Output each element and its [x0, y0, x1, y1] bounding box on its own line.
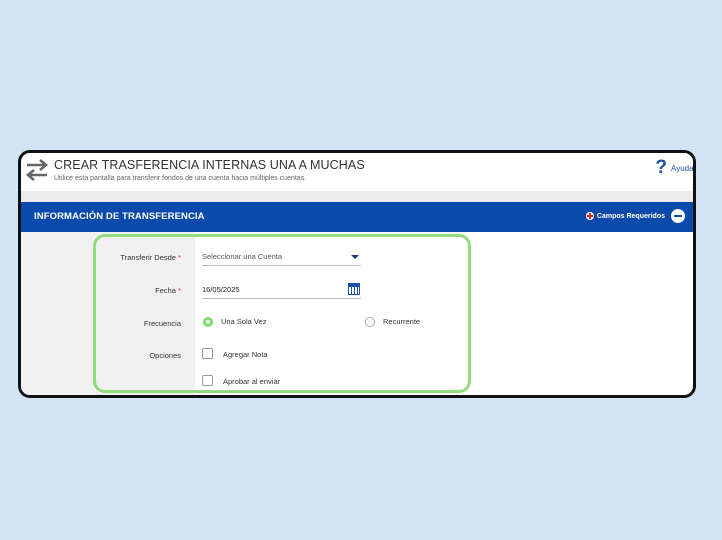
section-title: INFORMACIÓN DE TRANSFERENCIA: [34, 211, 205, 222]
section-header: INFORMACIÓN DE TRANSFERENCIA Campos Requ…: [21, 202, 693, 232]
question-mark-icon: ?: [655, 157, 667, 178]
help-link[interactable]: ? Ayuda: [655, 157, 693, 178]
help-label: Ayuda: [671, 163, 693, 173]
page-subtitle: Utilice esta pantalla para transferir fo…: [54, 175, 307, 182]
collapse-section-button[interactable]: [671, 209, 685, 223]
header-divider: [21, 191, 693, 202]
app-window: CREAR TRASFERENCIA INTERNAS UNA A MUCHAS…: [18, 150, 696, 398]
required-plus-icon: [585, 212, 594, 220]
transfer-arrows-icon: [25, 159, 49, 181]
required-fields-label: Campos Requeridos: [596, 212, 665, 220]
required-fields-legend: Campos Requeridos: [585, 212, 665, 220]
form-highlight-outline: [93, 234, 471, 393]
page-header: CREAR TRASFERENCIA INTERNAS UNA A MUCHAS…: [21, 153, 693, 191]
page-title: CREAR TRASFERENCIA INTERNAS UNA A MUCHAS: [54, 158, 365, 172]
